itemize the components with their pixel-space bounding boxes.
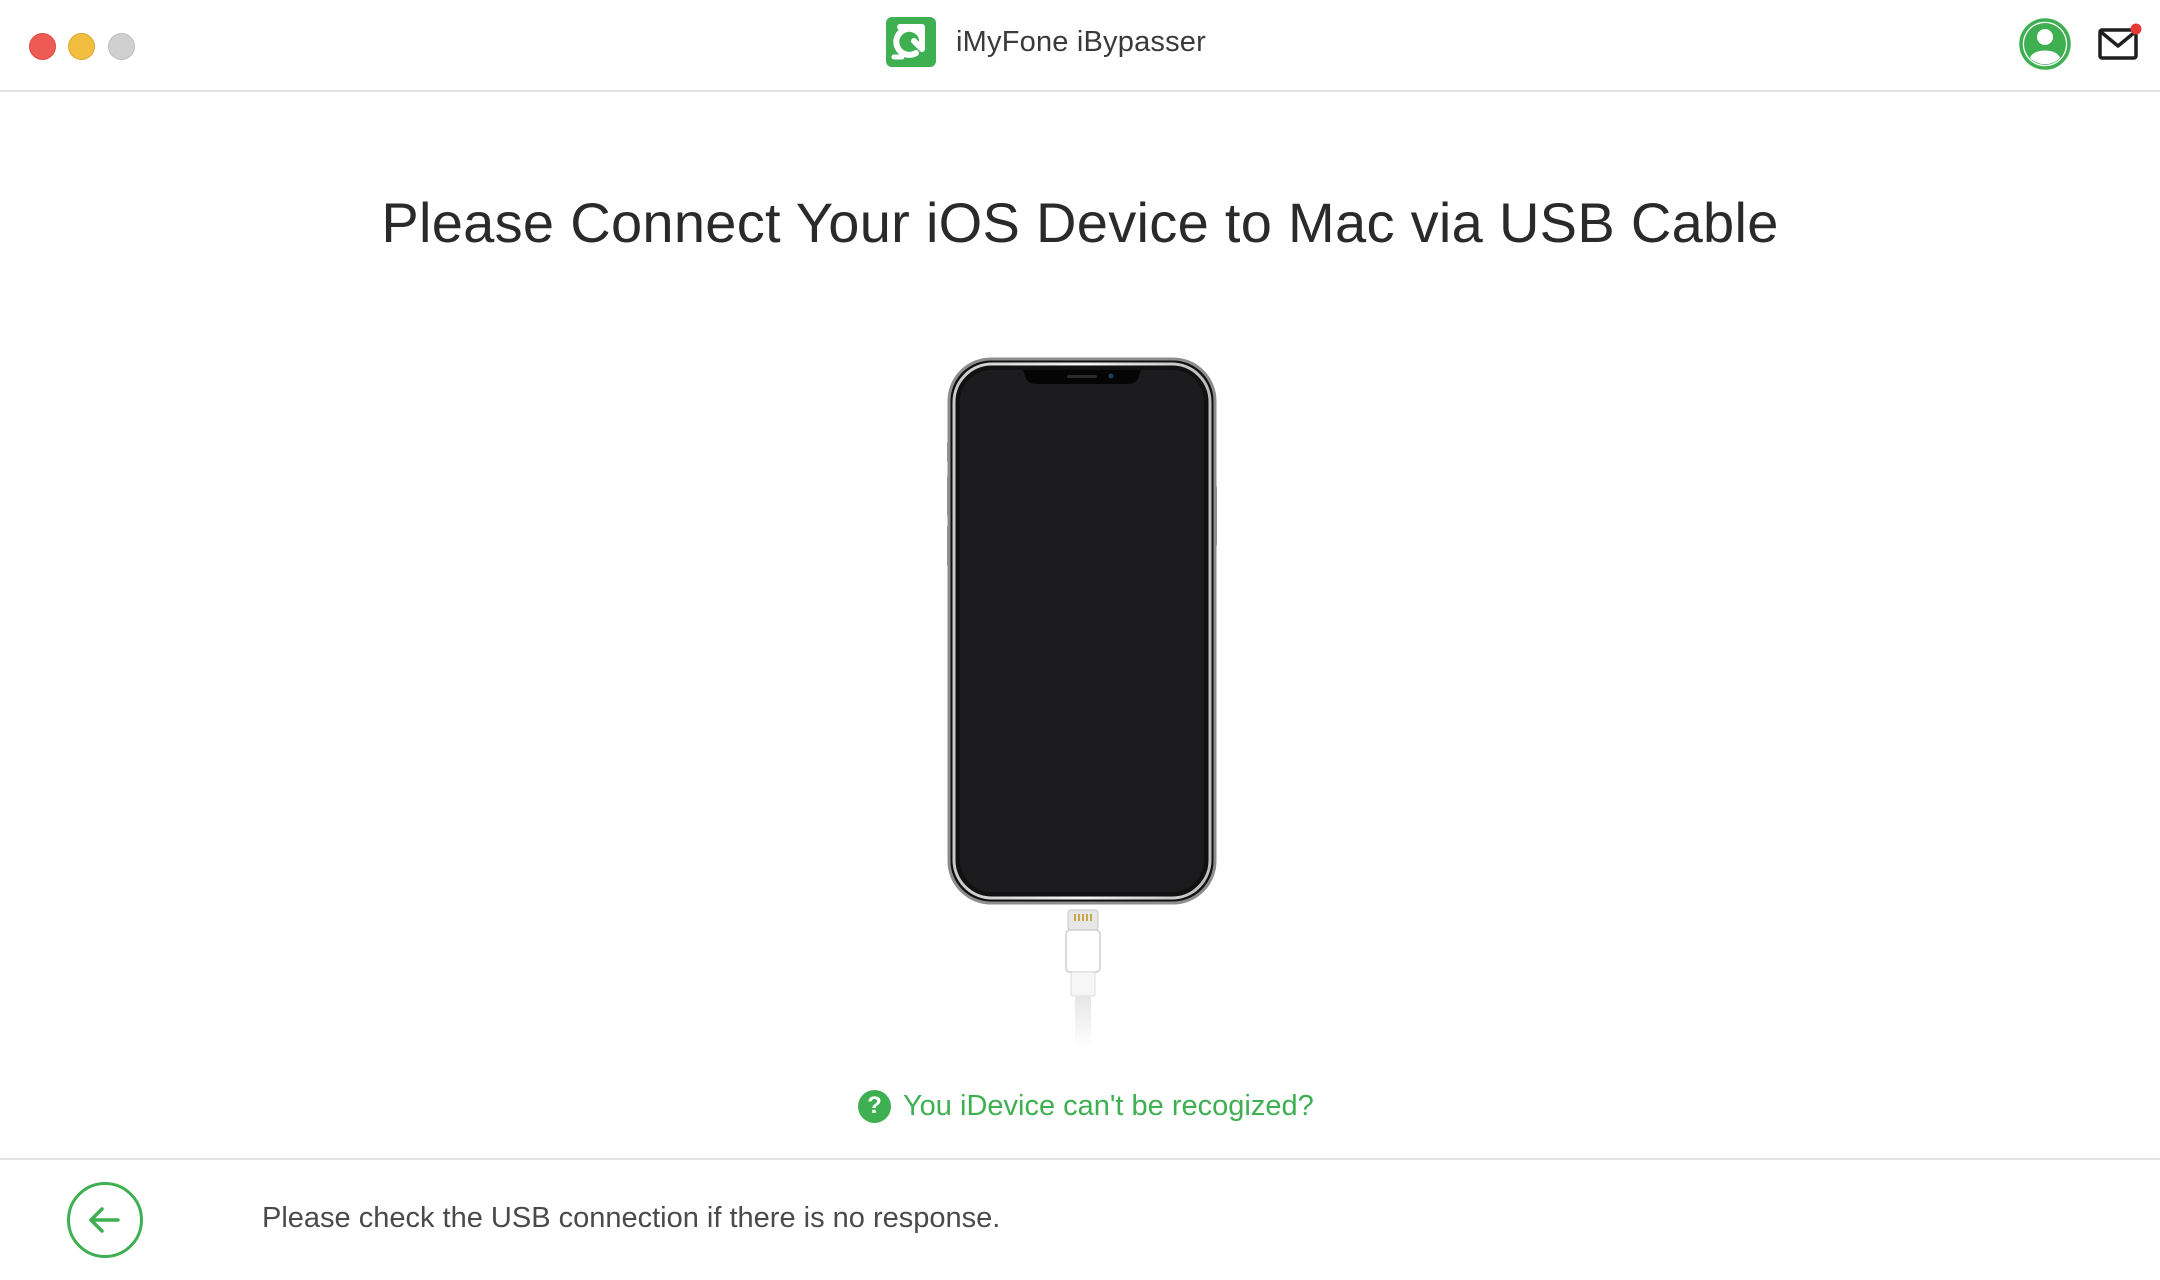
- window-zoom-button[interactable]: [108, 33, 135, 60]
- help-link-text: You iDevice can't be recogized?: [903, 1089, 1314, 1122]
- window-minimize-button[interactable]: [68, 33, 95, 60]
- account-button[interactable]: [2019, 18, 2071, 70]
- back-button[interactable]: [67, 1182, 143, 1258]
- title-bar: iMyFone iBypasser: [0, 0, 2160, 92]
- app-logo-icon: [886, 17, 936, 67]
- app-title-group: iMyFone iBypasser: [886, 17, 1206, 67]
- window-close-button[interactable]: [29, 33, 56, 60]
- footer-message: Please check the USB connection if there…: [262, 1202, 1001, 1234]
- app-window: iMyFone iBypasser Please Connect Your iO…: [0, 0, 2160, 1280]
- device-not-recognized-link[interactable]: ? You iDevice can't be recogized?: [858, 1088, 1314, 1124]
- arrow-left-icon: [89, 1207, 120, 1233]
- page-heading: Please Connect Your iOS Device to Mac vi…: [381, 191, 1779, 254]
- mail-button[interactable]: [2097, 22, 2143, 64]
- iphone-illustration: [947, 357, 1217, 1048]
- app-title: iMyFone iBypasser: [956, 25, 1206, 58]
- footer-bar: Please check the USB connection if there…: [0, 1158, 2160, 1280]
- notification-dot: [2130, 23, 2142, 35]
- question-circle-icon: ?: [858, 1089, 891, 1123]
